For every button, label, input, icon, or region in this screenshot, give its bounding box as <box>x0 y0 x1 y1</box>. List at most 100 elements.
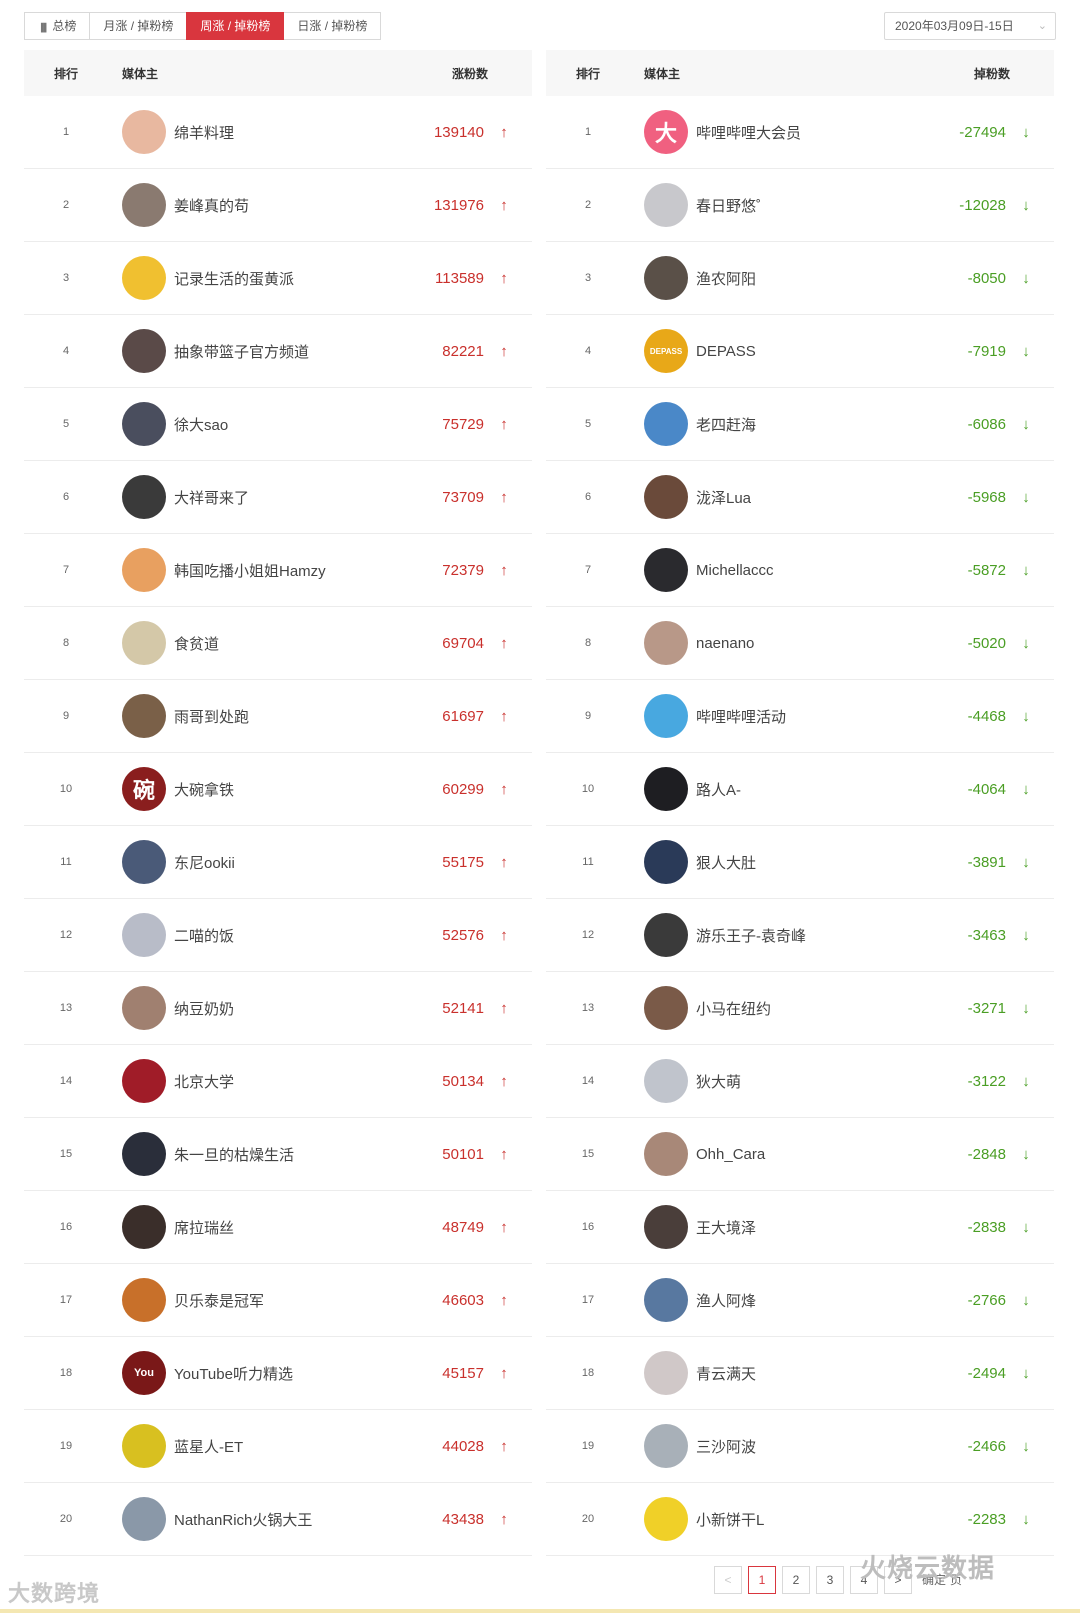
avatar[interactable]: DEPASS <box>644 329 688 373</box>
avatar[interactable] <box>122 329 166 373</box>
table-row[interactable]: 2 姜峰真的苟 131976 ↑ <box>24 169 532 242</box>
media-name[interactable]: Michellaccc <box>696 562 914 579</box>
table-row[interactable]: 18 You YouTube听力精选 45157 ↑ <box>24 1337 532 1410</box>
table-row[interactable]: 6 泷泽Lua -5968 ↓ <box>546 461 1054 534</box>
media-name[interactable]: 大祥哥来了 <box>174 487 392 508</box>
avatar[interactable] <box>122 986 166 1030</box>
media-name[interactable]: 姜峰真的苟 <box>174 195 392 216</box>
media-name[interactable]: YouTube听力精选 <box>174 1363 392 1384</box>
media-name[interactable]: 二喵的饭 <box>174 925 392 946</box>
media-name[interactable]: 渔农阿阳 <box>696 268 914 289</box>
prev-page-button[interactable]: < <box>714 1566 742 1594</box>
table-row[interactable]: 2 春日野悠˚ -12028 ↓ <box>546 169 1054 242</box>
avatar[interactable] <box>122 475 166 519</box>
avatar[interactable] <box>644 840 688 884</box>
avatar[interactable] <box>122 1497 166 1541</box>
media-name[interactable]: 小新饼干L <box>696 1509 914 1530</box>
avatar[interactable] <box>644 1497 688 1541</box>
table-row[interactable]: 19 三沙阿波 -2466 ↓ <box>546 1410 1054 1483</box>
table-row[interactable]: 14 北京大学 50134 ↑ <box>24 1045 532 1118</box>
avatar[interactable] <box>644 1205 688 1249</box>
media-name[interactable]: 东尼ookii <box>174 852 392 873</box>
avatar[interactable] <box>122 110 166 154</box>
avatar[interactable]: You <box>122 1351 166 1395</box>
avatar[interactable] <box>644 183 688 227</box>
table-row[interactable]: 4 抽象带篮子官方频道 82221 ↑ <box>24 315 532 388</box>
tab-3[interactable]: 日涨 / 掉粉榜 <box>283 12 382 40</box>
media-name[interactable]: 席拉瑞丝 <box>174 1217 392 1238</box>
avatar[interactable]: 碗 <box>122 767 166 811</box>
media-name[interactable]: 三沙阿波 <box>696 1436 914 1457</box>
table-row[interactable]: 14 狄大萌 -3122 ↓ <box>546 1045 1054 1118</box>
media-name[interactable]: 朱一旦的枯燥生活 <box>174 1144 392 1165</box>
table-row[interactable]: 13 小马在纽约 -3271 ↓ <box>546 972 1054 1045</box>
avatar[interactable]: 大 <box>644 110 688 154</box>
table-row[interactable]: 11 狠人大肚 -3891 ↓ <box>546 826 1054 899</box>
avatar[interactable] <box>644 621 688 665</box>
table-row[interactable]: 3 记录生活的蛋黄派 113589 ↑ <box>24 242 532 315</box>
table-row[interactable]: 5 徐大sao 75729 ↑ <box>24 388 532 461</box>
avatar[interactable] <box>644 256 688 300</box>
avatar[interactable] <box>644 1132 688 1176</box>
media-name[interactable]: 食贫道 <box>174 633 392 654</box>
table-row[interactable]: 5 老四赶海 -6086 ↓ <box>546 388 1054 461</box>
media-name[interactable]: 雨哥到处跑 <box>174 706 392 727</box>
table-row[interactable]: 20 NathanRich火锅大王 43438 ↑ <box>24 1483 532 1556</box>
media-name[interactable]: 路人A- <box>696 779 914 800</box>
table-row[interactable]: 9 雨哥到处跑 61697 ↑ <box>24 680 532 753</box>
tab-0[interactable]: ▐▌ 总榜 <box>24 12 91 40</box>
table-row[interactable]: 15 Ohh_Cara -2848 ↓ <box>546 1118 1054 1191</box>
table-row[interactable]: 7 韩国吃播小姐姐Hamzy 72379 ↑ <box>24 534 532 607</box>
table-row[interactable]: 10 碗大碗拿铁 60299 ↑ <box>24 753 532 826</box>
media-name[interactable]: 狄大萌 <box>696 1071 914 1092</box>
avatar[interactable] <box>122 913 166 957</box>
avatar[interactable] <box>644 402 688 446</box>
tab-1[interactable]: 月涨 / 掉粉榜 <box>89 12 188 40</box>
media-name[interactable]: 贝乐泰是冠军 <box>174 1290 392 1311</box>
avatar[interactable] <box>122 548 166 592</box>
tab-2[interactable]: 周涨 / 掉粉榜 <box>186 12 285 40</box>
media-name[interactable]: DEPASS <box>696 343 914 360</box>
table-row[interactable]: 7 Michellaccc -5872 ↓ <box>546 534 1054 607</box>
avatar[interactable] <box>644 986 688 1030</box>
media-name[interactable]: 王大境泽 <box>696 1217 914 1238</box>
media-name[interactable]: 青云满天 <box>696 1363 914 1384</box>
table-row[interactable]: 3 渔农阿阳 -8050 ↓ <box>546 242 1054 315</box>
table-row[interactable]: 15 朱一旦的枯燥生活 50101 ↑ <box>24 1118 532 1191</box>
table-row[interactable]: 1 大哔哩哔哩大会员 -27494 ↓ <box>546 96 1054 169</box>
media-name[interactable]: 渔人阿烽 <box>696 1290 914 1311</box>
media-name[interactable]: 记录生活的蛋黄派 <box>174 268 392 289</box>
media-name[interactable]: 纳豆奶奶 <box>174 998 392 1019</box>
avatar[interactable] <box>122 840 166 884</box>
date-range-select[interactable]: 2020年03月09日-15日 ⌄ <box>884 12 1056 40</box>
table-row[interactable]: 10 路人A- -4064 ↓ <box>546 753 1054 826</box>
media-name[interactable]: 徐大sao <box>174 414 392 435</box>
avatar[interactable] <box>122 621 166 665</box>
media-name[interactable]: 绵羊料理 <box>174 122 392 143</box>
media-name[interactable]: 老四赶海 <box>696 414 914 435</box>
media-name[interactable]: 韩国吃播小姐姐Hamzy <box>174 560 392 581</box>
table-row[interactable]: 12 二喵的饭 52576 ↑ <box>24 899 532 972</box>
table-row[interactable]: 16 席拉瑞丝 48749 ↑ <box>24 1191 532 1264</box>
media-name[interactable]: 游乐王子-袁奇峰 <box>696 925 914 946</box>
table-row[interactable]: 4 DEPASS DEPASS -7919 ↓ <box>546 315 1054 388</box>
table-row[interactable]: 17 贝乐泰是冠军 46603 ↑ <box>24 1264 532 1337</box>
table-row[interactable]: 12 游乐王子-袁奇峰 -3463 ↓ <box>546 899 1054 972</box>
avatar[interactable] <box>644 1351 688 1395</box>
media-name[interactable]: 蓝星人-ET <box>174 1436 392 1457</box>
avatar[interactable] <box>122 183 166 227</box>
media-name[interactable]: 狠人大肚 <box>696 852 914 873</box>
avatar[interactable] <box>644 1278 688 1322</box>
table-row[interactable]: 13 纳豆奶奶 52141 ↑ <box>24 972 532 1045</box>
table-row[interactable]: 19 蓝星人-ET 44028 ↑ <box>24 1410 532 1483</box>
avatar[interactable] <box>644 548 688 592</box>
media-name[interactable]: 北京大学 <box>174 1071 392 1092</box>
table-row[interactable]: 1 绵羊料理 139140 ↑ <box>24 96 532 169</box>
avatar[interactable] <box>122 402 166 446</box>
table-row[interactable]: 9 哔哩哔哩活动 -4468 ↓ <box>546 680 1054 753</box>
media-name[interactable]: 哔哩哔哩大会员 <box>696 122 914 143</box>
avatar[interactable] <box>122 256 166 300</box>
avatar[interactable] <box>122 1205 166 1249</box>
page-3-button[interactable]: 3 <box>816 1566 844 1594</box>
media-name[interactable]: 泷泽Lua <box>696 487 914 508</box>
